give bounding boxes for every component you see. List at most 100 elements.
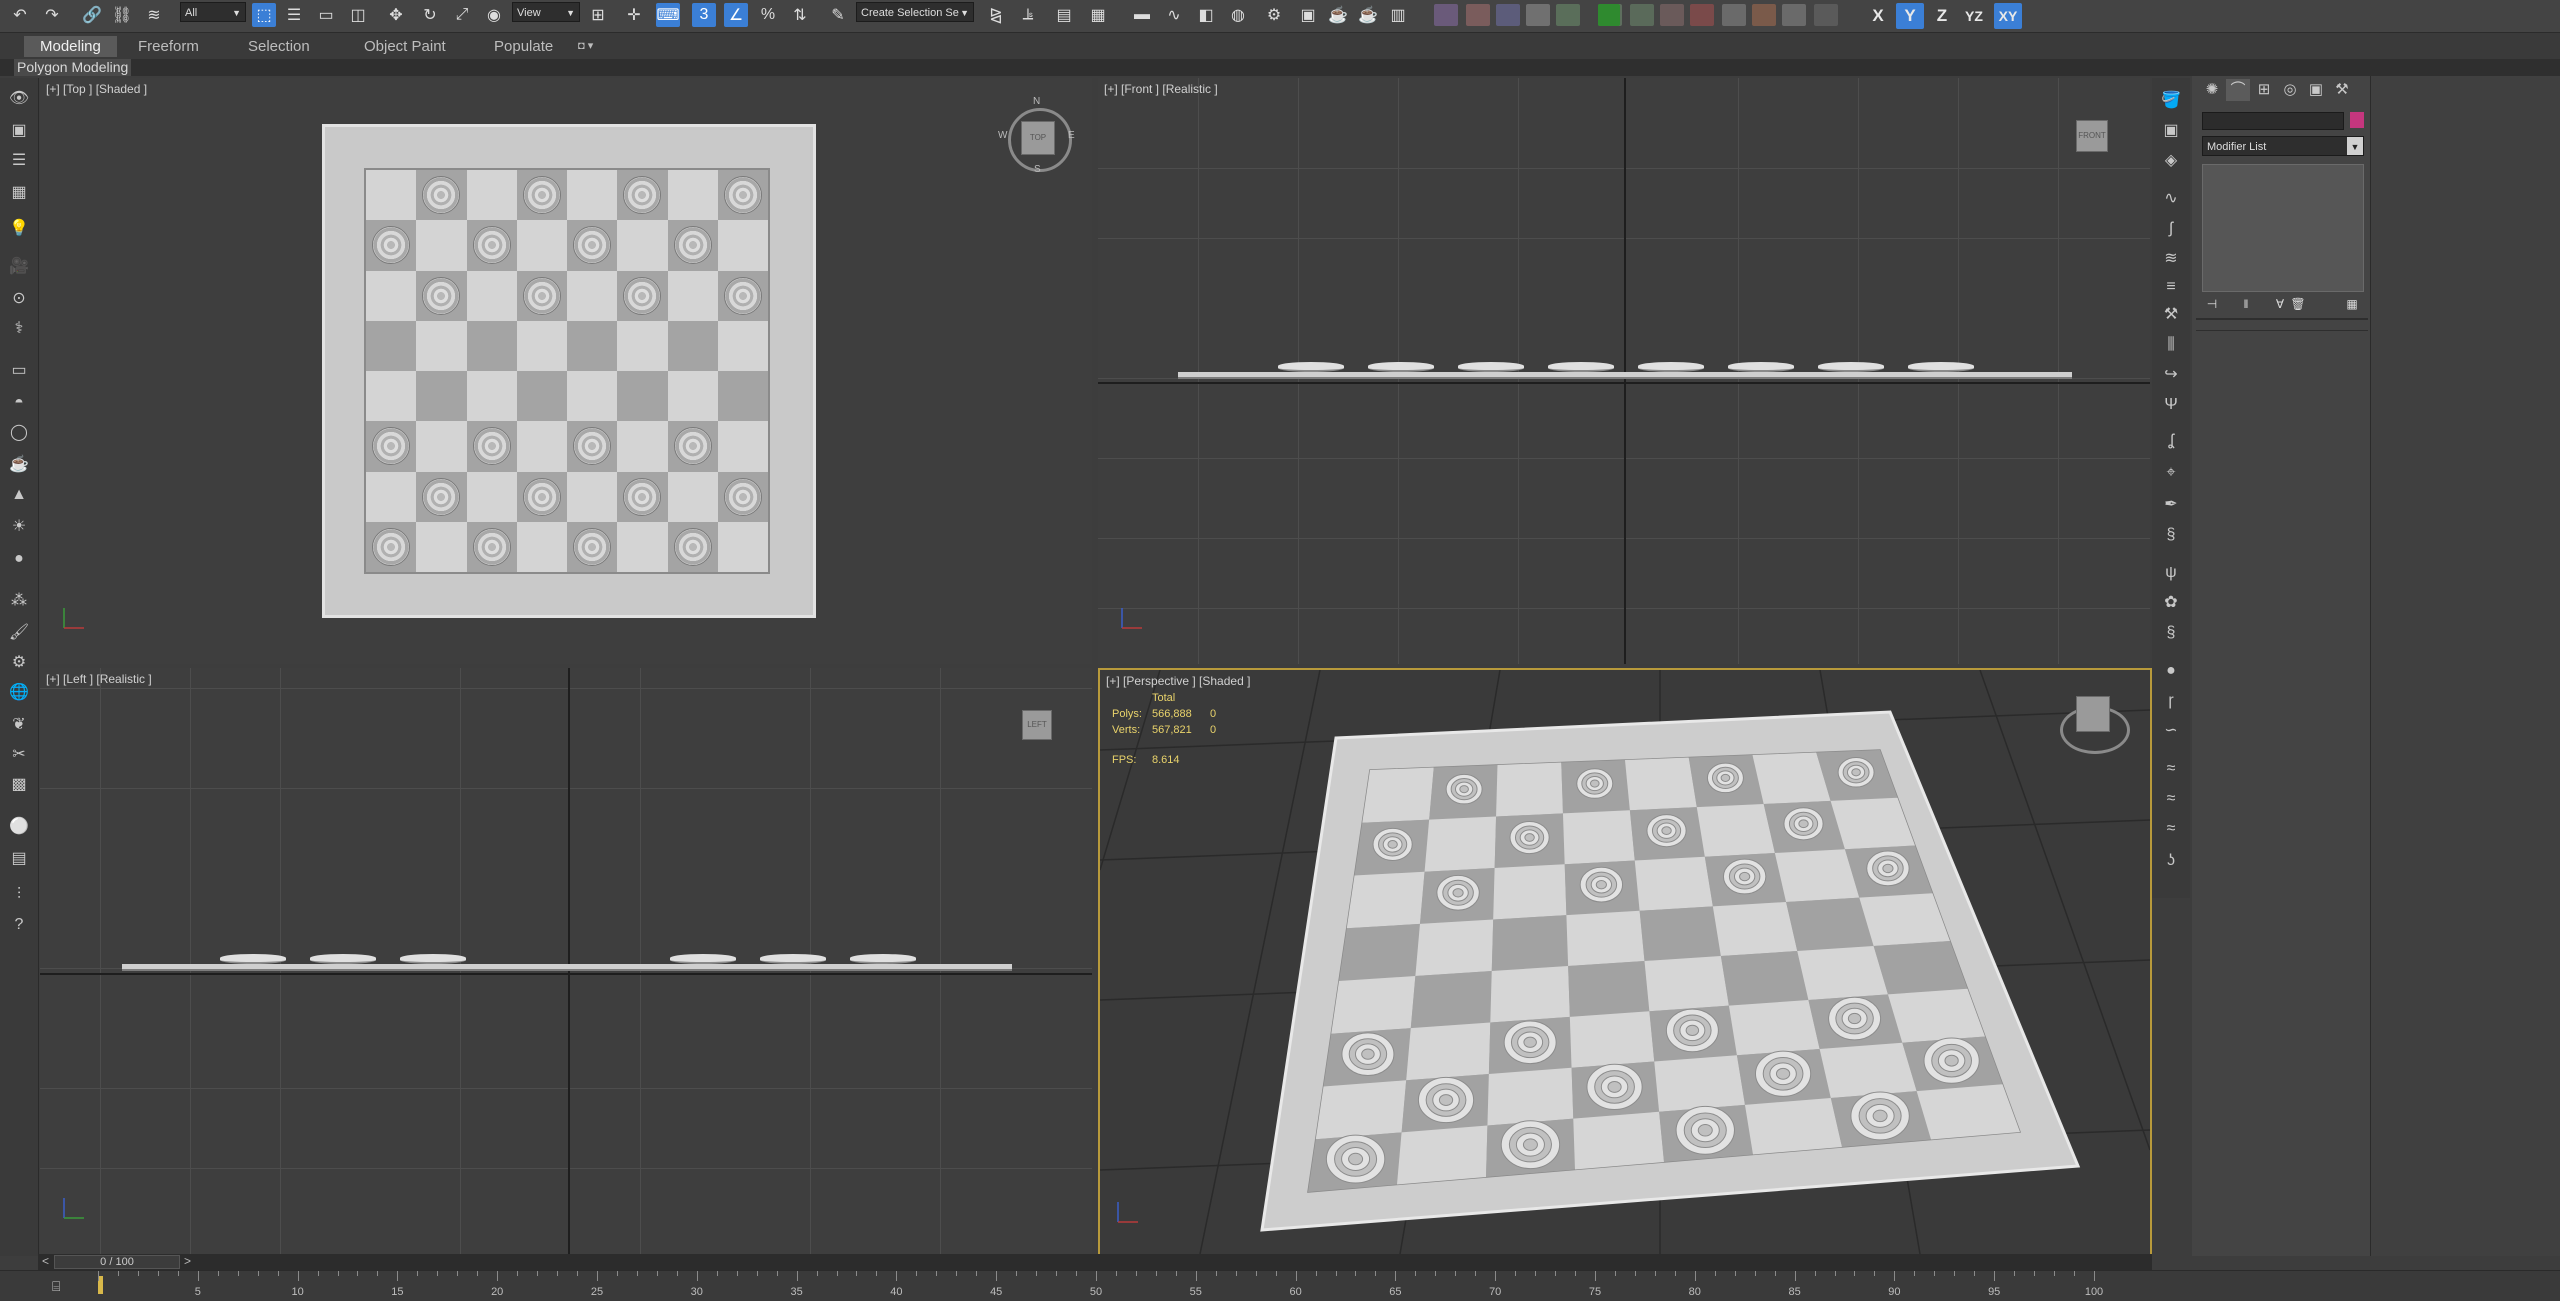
track-bar-toggle-icon[interactable]: ⌸ bbox=[52, 1278, 60, 1295]
sun-icon[interactable]: ☀ bbox=[8, 516, 30, 538]
utilities-tab-icon[interactable]: ⚒ bbox=[2330, 79, 2354, 101]
checker-piece[interactable] bbox=[472, 226, 511, 265]
layer-manager-icon[interactable]: ▤ bbox=[1052, 3, 1076, 27]
rig-icon[interactable]: ⚙ bbox=[8, 652, 30, 674]
scale-icon[interactable]: ⤢ bbox=[450, 3, 474, 27]
ribbon-options-icon[interactable]: ◘ ▾ bbox=[574, 36, 597, 57]
cursor-icon[interactable]: ⌖ bbox=[2160, 462, 2182, 484]
plane-icon[interactable]: ▭ bbox=[8, 360, 30, 382]
lines-icon[interactable]: ≡ bbox=[2160, 276, 2182, 298]
checker-piece[interactable] bbox=[472, 427, 511, 466]
pivot-center-icon[interactable]: ⊞ bbox=[586, 3, 610, 27]
teal-icon-2[interactable]: ≈ bbox=[2160, 788, 2182, 810]
select-by-name-icon[interactable]: ☰ bbox=[282, 3, 306, 27]
helper-icon[interactable]: ⊙ bbox=[8, 288, 30, 310]
rendered-frame-window-icon[interactable]: ▣ bbox=[1296, 3, 1320, 27]
unlink-icon[interactable]: ⛓ bbox=[110, 3, 134, 27]
plugin-tool-5-icon[interactable] bbox=[1556, 4, 1580, 26]
view-cube-front[interactable]: FRONT bbox=[2076, 120, 2108, 152]
fur-icon[interactable]: ≋ bbox=[2160, 248, 2182, 270]
plugin-tool-10-icon[interactable] bbox=[1722, 4, 1746, 26]
plugin-tool-4-icon[interactable] bbox=[1526, 4, 1550, 26]
checker-piece[interactable] bbox=[472, 527, 511, 566]
checker-piece[interactable] bbox=[1783, 807, 1824, 841]
named-selection-sets-dropdown[interactable]: Create Selection Se ▼ bbox=[856, 2, 974, 22]
plugin-tool-11-icon[interactable] bbox=[1752, 4, 1776, 26]
object-name-field[interactable] bbox=[2202, 112, 2344, 130]
checker-piece[interactable] bbox=[623, 477, 662, 516]
bones-icon[interactable]: ⚕ bbox=[8, 318, 30, 340]
remove-modifier-icon[interactable]: 🗑 bbox=[2290, 296, 2306, 312]
pin-stack-icon[interactable]: ⊣ bbox=[2204, 296, 2220, 312]
plugin-tool-7-icon[interactable] bbox=[1630, 4, 1654, 26]
undo-icon[interactable]: ↶ bbox=[8, 3, 32, 27]
viewport-perspective-label[interactable]: [+] [Perspective ] [Shaded ] bbox=[1106, 674, 1250, 688]
checker-piece[interactable] bbox=[723, 276, 762, 315]
checker-piece[interactable] bbox=[1923, 1037, 1980, 1084]
stripes-icon[interactable]: ⫼ bbox=[2160, 334, 2182, 356]
rotate-icon[interactable]: ↻ bbox=[418, 3, 442, 27]
calculator-icon[interactable]: ▤ bbox=[8, 848, 30, 870]
checker-piece[interactable] bbox=[1586, 1063, 1643, 1111]
checker-piece[interactable] bbox=[723, 176, 762, 215]
checker-piece[interactable] bbox=[1675, 1105, 1735, 1155]
checker-piece[interactable] bbox=[673, 226, 712, 265]
checker-piece[interactable] bbox=[522, 477, 561, 516]
axis-z-button[interactable]: Z bbox=[1928, 3, 1956, 29]
hook-icon[interactable]: ↪ bbox=[2160, 364, 2182, 386]
move-icon[interactable]: ✥ bbox=[384, 3, 408, 27]
sphere-icon[interactable]: ◯ bbox=[8, 422, 30, 444]
modify-tab-icon[interactable]: ⌒ bbox=[2226, 79, 2250, 101]
viewport-front-label[interactable]: [+] [Front ] [Realistic ] bbox=[1104, 82, 1218, 96]
axis-y-button[interactable]: Y bbox=[1896, 3, 1924, 29]
window-crossing-icon[interactable]: ◫ bbox=[346, 3, 370, 27]
wave-icon[interactable]: ∽ bbox=[2160, 720, 2182, 742]
purple-blob-icon[interactable]: ● bbox=[2160, 660, 2182, 682]
selection-filter-dropdown[interactable]: All ▼ bbox=[180, 2, 246, 22]
axis-yz-button[interactable]: YZ bbox=[1960, 3, 1988, 29]
checker-piece[interactable] bbox=[1509, 820, 1550, 855]
axis-x-button[interactable]: X bbox=[1864, 3, 1892, 29]
teapot-icon[interactable]: ☕ bbox=[8, 454, 30, 476]
viewport-left-label[interactable]: [+] [Left ] [Realistic ] bbox=[46, 672, 152, 686]
edit-named-selection-icon[interactable]: ✎ bbox=[826, 3, 850, 27]
plugin-tool-13-icon[interactable] bbox=[1814, 4, 1838, 26]
plugin-tool-12-icon[interactable] bbox=[1782, 4, 1806, 26]
teal-icon-1[interactable]: ≈ bbox=[2160, 758, 2182, 780]
reference-coordinate-dropdown[interactable]: View ▼ bbox=[512, 2, 580, 22]
checker-piece[interactable] bbox=[522, 176, 561, 215]
render-iterative-icon[interactable]: ☕ bbox=[1356, 3, 1380, 27]
dome-icon[interactable]: ◓ bbox=[8, 392, 30, 414]
geosphere-icon[interactable]: ● bbox=[8, 548, 30, 570]
scene-explorer-icon[interactable]: ▦ bbox=[1086, 3, 1110, 27]
checker-piece[interactable] bbox=[1646, 814, 1687, 848]
render-setup-icon[interactable]: ⚙ bbox=[1262, 3, 1286, 27]
list-icon[interactable]: ☰ bbox=[8, 150, 30, 172]
checker-piece[interactable] bbox=[1503, 1020, 1557, 1065]
hierarchy-tab-icon[interactable]: ⊞ bbox=[2252, 79, 2276, 101]
layer-explorer-icon[interactable]: ▣ bbox=[8, 120, 30, 142]
checker-piece[interactable] bbox=[372, 527, 411, 566]
plugin-tool-2-icon[interactable] bbox=[1466, 4, 1490, 26]
s-shape-icon[interactable]: § bbox=[2160, 524, 2182, 546]
viewport-top[interactable]: [+] [Top ] [Shaded ] TOP N S E W bbox=[40, 78, 1092, 664]
checker-piece[interactable] bbox=[1665, 1008, 1719, 1053]
checker-piece[interactable] bbox=[1417, 1076, 1475, 1124]
spline-icon[interactable]: ∿ bbox=[2160, 188, 2182, 210]
plugin-tool-8-icon[interactable] bbox=[1660, 4, 1684, 26]
checker-piece[interactable] bbox=[422, 276, 461, 315]
checker-piece[interactable] bbox=[1579, 866, 1624, 903]
rect-selection-icon[interactable]: ▭ bbox=[314, 3, 338, 27]
particles-icon[interactable]: ⁂ bbox=[8, 590, 30, 612]
checker-piece[interactable] bbox=[723, 477, 762, 516]
spinner-snap-icon[interactable]: ⇅ bbox=[788, 3, 812, 27]
select-link-icon[interactable]: 🔗 bbox=[80, 3, 104, 27]
checker-piece[interactable] bbox=[1866, 850, 1910, 887]
tab-selection[interactable]: Selection bbox=[232, 36, 326, 57]
light-icon[interactable]: 💡 bbox=[8, 218, 30, 240]
checker-piece[interactable] bbox=[1325, 1134, 1386, 1184]
checker-piece[interactable] bbox=[673, 427, 712, 466]
tool-red-icon[interactable]: ⚒ bbox=[2160, 304, 2182, 326]
viewport-left[interactable]: [+] [Left ] [Realistic ] LEFT bbox=[40, 668, 1092, 1254]
motion-tab-icon[interactable]: ◎ bbox=[2278, 79, 2302, 101]
